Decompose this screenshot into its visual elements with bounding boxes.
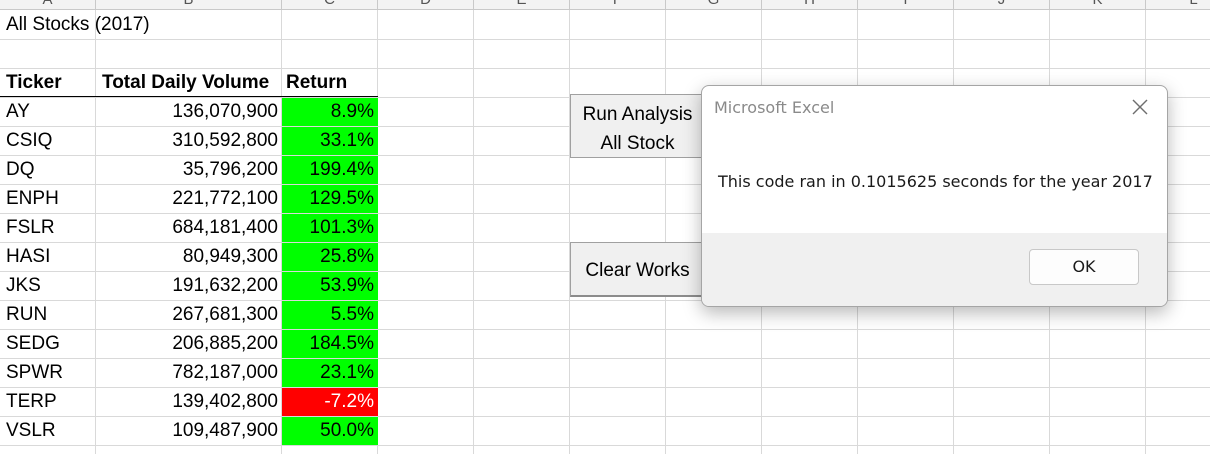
ticker-cell[interactable]: RUN (0, 300, 96, 329)
ticker-cell[interactable]: ENPH (0, 184, 96, 213)
ticker-cell[interactable]: DQ (0, 155, 96, 184)
column-header-f[interactable]: F (570, 0, 666, 9)
header-ticker[interactable]: Ticker (0, 68, 98, 97)
return-cell[interactable]: -7.2% (282, 388, 378, 416)
column-header-k[interactable]: K (1050, 0, 1146, 9)
worksheet: ABCDEFGHIJKL All Stocks (2017) Ticker To… (0, 0, 1210, 454)
volume-cell[interactable]: 136,070,900 (96, 97, 282, 126)
return-cell[interactable]: 129.5% (282, 185, 378, 213)
header-total-daily-volume[interactable]: Total Daily Volume (96, 68, 282, 97)
column-header-g[interactable]: G (666, 0, 762, 9)
ticker-cell[interactable]: FSLR (0, 213, 96, 242)
column-header-h[interactable]: H (762, 0, 858, 9)
ticker-cell[interactable]: CSIQ (0, 126, 96, 155)
volume-cell[interactable]: 80,949,300 (96, 242, 282, 271)
dialog-title: Microsoft Excel (714, 98, 835, 117)
column-header-e[interactable]: E (474, 0, 570, 9)
column-header-strip: ABCDEFGHIJKL (0, 0, 1210, 10)
ticker-cell[interactable]: VSLR (0, 416, 96, 445)
dialog-message: This code ran in 0.1015625 seconds for t… (718, 172, 1153, 191)
column-header-d[interactable]: D (378, 0, 474, 9)
run-analysis-label-line2: All Stock (600, 133, 675, 154)
ticker-cell[interactable]: SEDG (0, 329, 96, 358)
volume-cell[interactable]: 191,632,200 (96, 271, 282, 300)
column-header-a[interactable]: A (0, 0, 96, 9)
column-header-j[interactable]: J (954, 0, 1050, 9)
return-cell[interactable]: 23.1% (282, 359, 378, 387)
return-cell[interactable]: 5.5% (282, 301, 378, 329)
ticker-cell[interactable]: SPWR (0, 358, 96, 387)
return-cell[interactable]: 101.3% (282, 214, 378, 242)
column-header-l[interactable]: L (1146, 0, 1210, 9)
return-cell[interactable]: 184.5% (282, 330, 378, 358)
volume-cell[interactable]: 221,772,100 (96, 184, 282, 213)
column-header-c[interactable]: C (282, 0, 378, 9)
ticker-cell[interactable]: TERP (0, 387, 96, 416)
ticker-cell[interactable]: AY (0, 97, 96, 126)
run-analysis-label-line1: Run Analysis (582, 104, 693, 125)
volume-cell[interactable]: 109,487,900 (96, 416, 282, 445)
sheet-title-cell[interactable]: All Stocks (2017) (0, 10, 282, 39)
run-analysis-button[interactable]: Run Analysis All Stock (570, 94, 705, 158)
return-cell[interactable]: 33.1% (282, 127, 378, 155)
grid-row-line (0, 445, 1210, 446)
ticker-cell[interactable]: JKS (0, 271, 96, 300)
column-header-b[interactable]: B (96, 0, 282, 9)
volume-cell[interactable]: 684,181,400 (96, 213, 282, 242)
volume-cell[interactable]: 139,402,800 (96, 387, 282, 416)
volume-cell[interactable]: 206,885,200 (96, 329, 282, 358)
close-icon[interactable] (1127, 94, 1153, 120)
return-cell[interactable]: 50.0% (282, 417, 378, 445)
return-cell[interactable]: 199.4% (282, 156, 378, 184)
return-cell[interactable]: 8.9% (282, 98, 378, 126)
ok-button[interactable]: OK (1029, 249, 1139, 285)
message-box-dialog: Microsoft Excel This code ran in 0.10156… (701, 85, 1168, 307)
volume-cell[interactable]: 782,187,000 (96, 358, 282, 387)
ticker-cell[interactable]: HASI (0, 242, 96, 271)
volume-cell[interactable]: 267,681,300 (96, 300, 282, 329)
return-cell[interactable]: 53.9% (282, 272, 378, 300)
volume-cell[interactable]: 35,796,200 (96, 155, 282, 184)
header-return[interactable]: Return (280, 68, 378, 97)
volume-cell[interactable]: 310,592,800 (96, 126, 282, 155)
return-cell[interactable]: 25.8% (282, 243, 378, 271)
clear-worksheet-button[interactable]: Clear Works (570, 242, 705, 297)
dialog-footer: OK (702, 233, 1167, 306)
grid-row-line (0, 39, 1210, 40)
column-header-i[interactable]: I (858, 0, 954, 9)
